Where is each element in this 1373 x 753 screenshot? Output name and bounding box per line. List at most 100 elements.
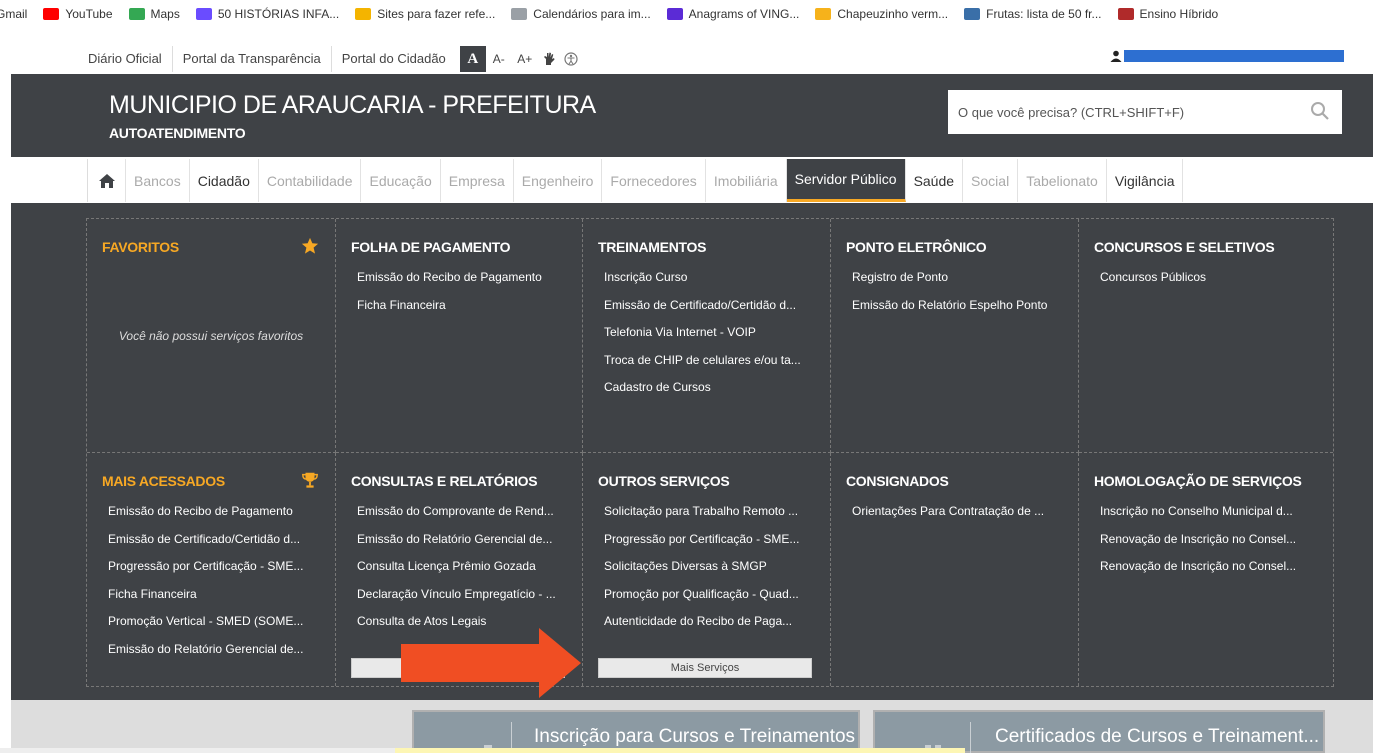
service-link[interactable]: Telefonia Via Internet - VOIP bbox=[604, 324, 801, 352]
search-input[interactable] bbox=[958, 104, 1288, 120]
service-link[interactable]: Emissão de Certificado/Certidão d... bbox=[108, 531, 303, 559]
section-favoritos: FAVORITOS Você não possui serviços favor… bbox=[87, 219, 336, 453]
service-link[interactable]: Solicitações Diversas à SMGP bbox=[604, 558, 799, 586]
card-title: Certificados de Cursos e Treinament... bbox=[995, 726, 1320, 747]
user-icon bbox=[1110, 50, 1122, 62]
service-link[interactable]: Declaração Vínculo Empregatício - ... bbox=[357, 586, 556, 614]
section-title: TREINAMENTOS bbox=[598, 239, 707, 255]
link-portal-transparencia[interactable]: Portal da Transparência bbox=[173, 46, 332, 72]
nav-tab-social[interactable]: Social bbox=[963, 159, 1019, 202]
section-title: PONTO ELETRÔNICO bbox=[846, 239, 987, 255]
bookmark-item[interactable]: Ensino Híbrido bbox=[1117, 7, 1218, 21]
nav-tab-contabilidade[interactable]: Contabilidade bbox=[259, 159, 362, 202]
service-link[interactable]: Emissão do Comprovante de Rend... bbox=[357, 503, 556, 531]
service-list: Emissão do Recibo de Pagamento Emissão de… bbox=[108, 503, 303, 668]
font-increase-button[interactable]: A+ bbox=[512, 46, 538, 72]
arrow-annotation bbox=[401, 628, 581, 698]
more-services-button[interactable]: Mais Serviços bbox=[598, 658, 812, 678]
site-title[interactable]: MUNICIPIO DE ARAUCARIA - PREFEITURA bbox=[109, 91, 596, 120]
sign-language-icon[interactable] bbox=[538, 46, 560, 72]
service-link[interactable]: Ficha Financeira bbox=[357, 297, 542, 325]
service-link[interactable]: Emissão de Certificado/Certidão d... bbox=[604, 297, 801, 325]
service-link[interactable]: Inscrição Curso bbox=[604, 269, 801, 297]
bookmarks-bar: Gmail YouTube Maps 50 HISTÓRIAS INFA... Site… bbox=[0, 0, 1373, 28]
section-homologacao: HOMOLOGAÇÃO DE SERVIÇOS Inscrição no Con… bbox=[1079, 453, 1333, 686]
nav-tab-saude[interactable]: Saúde bbox=[906, 159, 964, 202]
card-inscricao-cursos[interactable]: Inscrição para Cursos e Treinamentos bbox=[412, 710, 860, 753]
bookmark-item[interactable]: Chapeuzinho verm... bbox=[815, 7, 948, 21]
service-link[interactable]: Emissão do Relatório Gerencial de... bbox=[108, 641, 303, 669]
service-link[interactable]: Emissão do Relatório Espelho Ponto bbox=[852, 297, 1047, 325]
trophy-icon bbox=[302, 472, 318, 488]
nav-tab-tabelionato[interactable]: Tabelionato bbox=[1018, 159, 1107, 202]
service-link[interactable]: Renovação de Inscrição no Consel... bbox=[1100, 558, 1296, 586]
bookmark-item[interactable]: Sites para fazer refe... bbox=[355, 7, 495, 21]
bookmark-item[interactable]: YouTube bbox=[43, 7, 113, 21]
bookmark-item[interactable]: Calendários para im... bbox=[511, 7, 651, 21]
bookmark-favicon-icon bbox=[195, 8, 212, 20]
card-title: Inscrição para Cursos e Treinamentos bbox=[534, 726, 856, 747]
service-link[interactable]: Progressão por Certificação - SME... bbox=[108, 558, 303, 586]
service-link[interactable]: Autenticidade do Recibo de Paga... bbox=[604, 613, 799, 641]
nav-tab-vigilancia[interactable]: Vigilância bbox=[1107, 159, 1184, 202]
service-link[interactable]: Emissão do Recibo de Pagamento bbox=[108, 503, 303, 531]
service-list: Emissão do Recibo de Pagamento Ficha Fina… bbox=[357, 269, 542, 324]
nav-tab-cidadao[interactable]: Cidadão bbox=[190, 159, 259, 202]
home-button[interactable] bbox=[88, 159, 126, 202]
service-link[interactable]: Emissão do Relatório Gerencial de... bbox=[357, 531, 556, 559]
font-normal-button[interactable]: A bbox=[459, 46, 486, 72]
bookmark-favicon-icon bbox=[43, 8, 60, 20]
bookmark-label: Sites para fazer refe... bbox=[377, 7, 496, 21]
nav-tab-educacao[interactable]: Educação bbox=[361, 159, 441, 202]
star-icon bbox=[301, 237, 319, 254]
bookmark-label: Frutas: lista de 50 fr... bbox=[986, 7, 1102, 21]
services-grid: FAVORITOS Você não possui serviços favor… bbox=[86, 218, 1334, 687]
card-certificados-cursos[interactable]: Certificados de Cursos e Treinament... bbox=[873, 710, 1325, 753]
bookmark-label: 50 HISTÓRIAS INFA... bbox=[217, 7, 340, 21]
bookmark-item[interactable]: Maps bbox=[128, 7, 180, 21]
section-title: OUTROS SERVIÇOS bbox=[598, 473, 730, 489]
service-link[interactable]: Troca de CHIP de celulares e/ou ta... bbox=[604, 352, 801, 380]
category-nav: Bancos Cidadão Contabilidade Educação Empres… bbox=[11, 157, 1373, 203]
service-link[interactable]: Ficha Financeira bbox=[108, 586, 303, 614]
bottom-strip-highlight bbox=[395, 748, 965, 753]
service-link[interactable]: Emissão do Recibo de Pagamento bbox=[357, 269, 542, 297]
user-area[interactable] bbox=[1110, 50, 1344, 62]
bookmark-favicon-icon bbox=[815, 8, 832, 20]
nav-tab-fornecedores[interactable]: Fornecedores bbox=[602, 159, 706, 202]
bookmark-item[interactable]: Anagrams of VING... bbox=[666, 7, 799, 21]
nav-tab-imobiliaria[interactable]: Imobiliária bbox=[706, 159, 787, 202]
search-icon[interactable] bbox=[1310, 101, 1330, 121]
service-list: Concursos Públicos bbox=[1100, 269, 1206, 297]
bookmark-item[interactable]: 50 HISTÓRIAS INFA... bbox=[195, 7, 340, 21]
service-link[interactable]: Cadastro de Cursos bbox=[604, 379, 801, 407]
bookmark-item[interactable]: Frutas: lista de 50 fr... bbox=[964, 7, 1102, 21]
bookmark-item[interactable]: Gmail bbox=[0, 7, 27, 21]
service-link[interactable]: Inscrição no Conselho Municipal d... bbox=[1100, 503, 1296, 531]
nav-tab-engenheiro[interactable]: Engenheiro bbox=[514, 159, 603, 202]
service-link[interactable]: Registro de Ponto bbox=[852, 269, 1047, 297]
service-link[interactable]: Promoção por Qualificação - Quad... bbox=[604, 586, 799, 614]
search-box bbox=[948, 90, 1342, 134]
link-portal-cidadao[interactable]: Portal do Cidadão bbox=[332, 46, 456, 72]
utility-bar: Diário Oficial Portal da Transparência P… bbox=[0, 44, 1373, 74]
service-link[interactable]: Solicitação para Trabalho Remoto ... bbox=[604, 503, 799, 531]
service-link[interactable]: Progressão por Certificação - SME... bbox=[604, 531, 799, 559]
link-diario-oficial[interactable]: Diário Oficial bbox=[88, 46, 173, 72]
service-link[interactable]: Promoção Vertical - SMED (SOME... bbox=[108, 613, 303, 641]
service-list: Registro de Ponto Emissão do Relatório Es… bbox=[852, 269, 1047, 324]
nav-tab-bancos[interactable]: Bancos bbox=[126, 159, 190, 202]
bottom-strip bbox=[0, 748, 395, 753]
section-title: FOLHA DE PAGAMENTO bbox=[351, 239, 511, 255]
service-link[interactable]: Concursos Públicos bbox=[1100, 269, 1206, 297]
accessibility-icon[interactable] bbox=[560, 46, 582, 72]
nav-tab-empresa[interactable]: Empresa bbox=[441, 159, 514, 202]
service-link[interactable]: Consulta Licença Prêmio Gozada bbox=[357, 558, 556, 586]
nav-tab-servidor-publico[interactable]: Servidor Público bbox=[786, 159, 906, 202]
service-link[interactable]: Renovação de Inscrição no Consel... bbox=[1100, 531, 1296, 559]
font-decrease-button[interactable]: A- bbox=[486, 46, 512, 72]
service-link[interactable]: Orientações Para Contratação de ... bbox=[852, 503, 1044, 531]
featured-cards: Inscrição para Cursos e Treinamentos Cer… bbox=[11, 700, 1373, 753]
bookmark-label: Gmail bbox=[0, 7, 28, 21]
section-mais-acessados: MAIS ACESSADOS Emissão do Recibo de Paga… bbox=[87, 453, 336, 686]
